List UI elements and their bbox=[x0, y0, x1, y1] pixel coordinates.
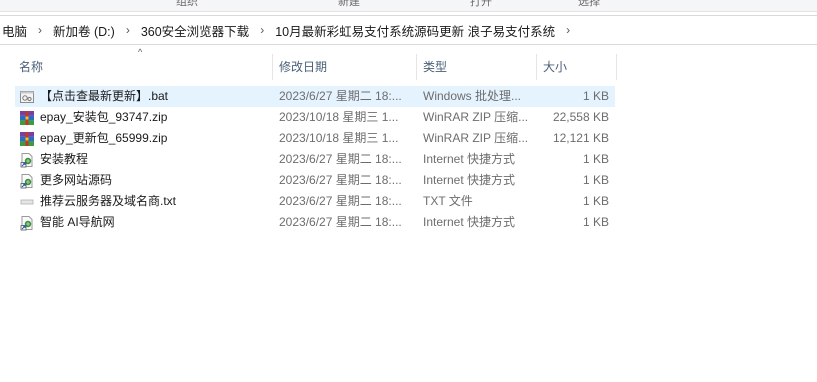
file-size: 22,558 KB bbox=[552, 110, 609, 124]
table-row[interactable]: 智能 AI导航网 2023/6/27 星期二 18:... Internet 快… bbox=[15, 212, 615, 233]
file-date: 2023/6/27 星期二 18:... bbox=[279, 152, 402, 166]
column-divider[interactable] bbox=[616, 54, 617, 80]
column-divider[interactable] bbox=[536, 54, 537, 80]
file-size: 1 KB bbox=[582, 173, 609, 187]
table-row[interactable]: 更多网站源码 2023/6/27 星期二 18:... Internet 快捷方… bbox=[15, 170, 615, 191]
column-header-date-label: 修改日期 bbox=[279, 59, 328, 74]
text-file-icon bbox=[19, 194, 35, 210]
file-size: 1 KB bbox=[582, 89, 609, 103]
file-type: Windows 批处理... bbox=[423, 89, 522, 103]
table-row[interactable]: epay_安装包_93747.zip 2023/10/18 星期三 1... W… bbox=[15, 107, 615, 128]
chevron-right-icon[interactable]: › bbox=[566, 23, 570, 37]
file-name: 推荐云服务器及域名商.txt bbox=[40, 194, 177, 208]
file-date: 2023/6/27 星期二 18:... bbox=[279, 173, 402, 187]
breadcrumb-item-pc[interactable]: 电脑 bbox=[2, 21, 27, 40]
ribbon-new-label[interactable]: 新建 bbox=[338, 0, 360, 9]
file-list: 【点击查最新更新】.bat 2023/6/27 星期二 18:... Windo… bbox=[15, 86, 615, 233]
file-type: Internet 快捷方式 bbox=[423, 173, 516, 187]
file-name: 智能 AI导航网 bbox=[40, 215, 115, 229]
file-name: epay_安装包_93747.zip bbox=[40, 110, 168, 124]
column-header-name[interactable]: 名称 bbox=[19, 52, 271, 80]
file-date: 2023/10/18 星期三 1... bbox=[279, 110, 399, 124]
breadcrumb-item-drive[interactable]: 新加卷 (D:) bbox=[53, 21, 115, 40]
file-name: 【点击查最新更新】.bat bbox=[40, 89, 169, 103]
bat-file-icon bbox=[19, 89, 35, 105]
file-type: WinRAR ZIP 压缩... bbox=[423, 110, 529, 124]
internet-shortcut-icon bbox=[19, 152, 35, 168]
column-header-size-label: 大小 bbox=[543, 59, 568, 74]
chevron-right-icon[interactable]: › bbox=[38, 23, 42, 37]
ribbon-open-label[interactable]: 打开 bbox=[470, 0, 492, 9]
column-divider[interactable] bbox=[272, 54, 273, 80]
file-date: 2023/6/27 星期二 18:... bbox=[279, 215, 402, 229]
file-size: 12,121 KB bbox=[552, 131, 609, 145]
table-row[interactable]: 【点击查最新更新】.bat 2023/6/27 星期二 18:... Windo… bbox=[15, 86, 615, 107]
file-type: Internet 快捷方式 bbox=[423, 152, 516, 166]
file-date: 2023/10/18 星期三 1... bbox=[279, 131, 399, 145]
ribbon-select-label[interactable]: 选择 bbox=[578, 0, 600, 9]
chevron-right-icon[interactable]: › bbox=[126, 23, 130, 37]
breadcrumb-item-current-folder[interactable]: 10月最新彩虹易支付系统源码更新 浪子易支付系统 bbox=[275, 21, 555, 40]
file-name: 更多网站源码 bbox=[40, 173, 113, 187]
winrar-zip-icon bbox=[19, 131, 35, 147]
file-size: 1 KB bbox=[582, 215, 609, 229]
file-type: WinRAR ZIP 压缩... bbox=[423, 131, 529, 145]
breadcrumb-item-downloads[interactable]: 360安全浏览器下载 bbox=[141, 21, 249, 40]
column-header-size[interactable]: 大小 bbox=[543, 52, 615, 80]
column-header-type[interactable]: 类型 bbox=[423, 52, 535, 80]
file-type: Internet 快捷方式 bbox=[423, 215, 516, 229]
table-row[interactable]: 安装教程 2023/6/27 星期二 18:... Internet 快捷方式 … bbox=[15, 149, 615, 170]
internet-shortcut-icon bbox=[19, 215, 35, 231]
table-row[interactable]: epay_更新包_65999.zip 2023/10/18 星期三 1... W… bbox=[15, 128, 615, 149]
internet-shortcut-icon bbox=[19, 173, 35, 189]
file-size: 1 KB bbox=[582, 194, 609, 208]
file-size: 1 KB bbox=[582, 152, 609, 166]
column-header-date[interactable]: 修改日期 bbox=[279, 52, 415, 80]
table-row[interactable]: 推荐云服务器及域名商.txt 2023/6/27 星期二 18:... TXT … bbox=[15, 191, 615, 212]
ribbon-toolbar: 组织 新建 打开 选择 bbox=[0, 0, 817, 12]
ribbon-organize-label[interactable]: 组织 bbox=[176, 0, 198, 9]
file-date: 2023/6/27 星期二 18:... bbox=[279, 89, 402, 103]
chevron-right-icon[interactable]: › bbox=[260, 23, 264, 37]
column-header-name-label: 名称 bbox=[19, 59, 44, 74]
file-date: 2023/6/27 星期二 18:... bbox=[279, 194, 402, 208]
breadcrumb: 电脑 › 新加卷 (D:) › 360安全浏览器下载 › 10月最新彩虹易支付系… bbox=[0, 15, 817, 45]
file-name: epay_更新包_65999.zip bbox=[40, 131, 168, 145]
column-divider[interactable] bbox=[416, 54, 417, 80]
winrar-zip-icon bbox=[19, 110, 35, 126]
file-type: TXT 文件 bbox=[423, 194, 473, 208]
file-name: 安装教程 bbox=[40, 152, 89, 166]
column-header-type-label: 类型 bbox=[423, 59, 448, 74]
